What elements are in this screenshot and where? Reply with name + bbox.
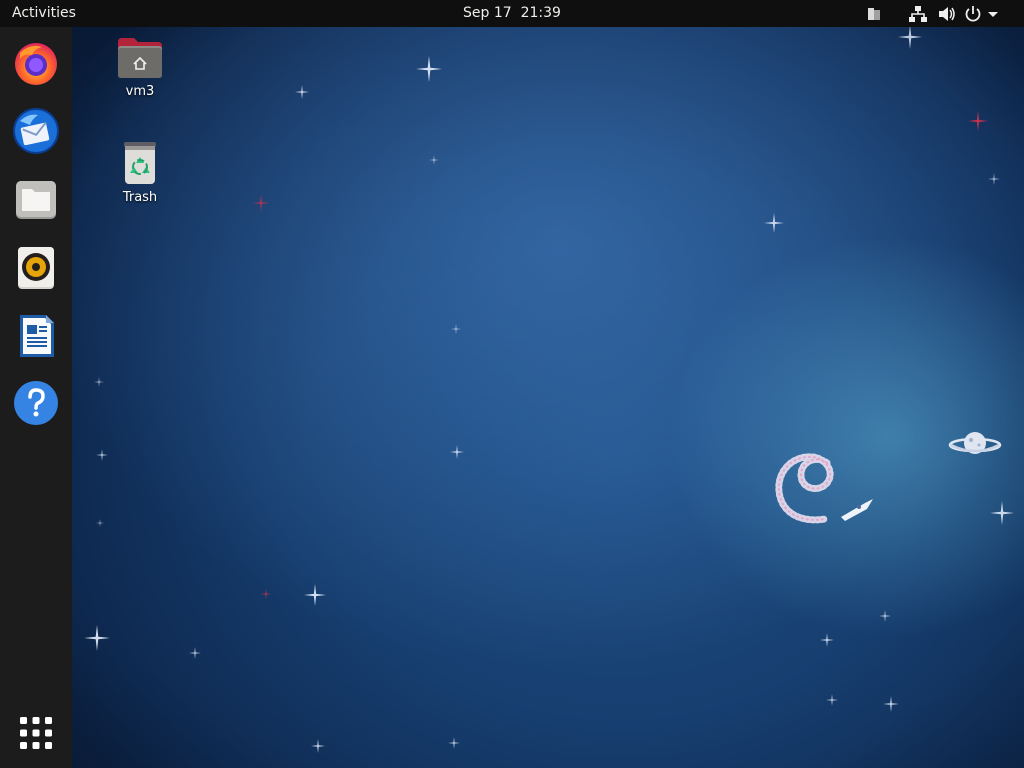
star-decoration: [820, 633, 834, 647]
star-decoration: [189, 647, 201, 659]
writer-icon: [20, 315, 54, 357]
rhythmbox-icon: [18, 247, 54, 289]
star-decoration: [990, 501, 1014, 525]
desktop-icon-home[interactable]: vm3: [100, 36, 180, 99]
dock: [0, 27, 72, 768]
firefox-icon: [15, 43, 57, 85]
star-decoration: [295, 85, 309, 99]
dock-item-thunderbird[interactable]: [10, 105, 62, 157]
star-decoration: [448, 737, 460, 749]
desktop-icon-label: Trash: [122, 190, 158, 205]
dock-item-rhythmbox[interactable]: [10, 241, 62, 293]
star-decoration: [764, 213, 784, 233]
thunderbird-icon: [13, 108, 59, 154]
power-icon[interactable]: [963, 4, 983, 24]
star-decoration: [304, 584, 326, 606]
star-decoration: [968, 111, 988, 131]
help-icon: [14, 381, 58, 425]
dock-item-help[interactable]: [10, 377, 62, 429]
star-decoration: [988, 173, 1000, 185]
clipboard-icon[interactable]: [864, 4, 884, 24]
files-icon: [16, 181, 56, 219]
star-decoration: [94, 377, 104, 387]
desktop-icon-label: vm3: [125, 84, 155, 99]
star-decoration: [416, 56, 442, 82]
star-decoration: [253, 195, 269, 211]
menu-arrow-icon[interactable]: [984, 4, 1004, 24]
trash-icon: [124, 142, 156, 184]
star-decoration: [879, 610, 891, 622]
network-icon[interactable]: [908, 4, 928, 24]
star-decoration: [450, 445, 464, 459]
show-applications-button[interactable]: [10, 707, 62, 759]
star-decoration: [826, 694, 838, 706]
star-decoration: [883, 696, 899, 712]
dock-item-firefox[interactable]: [10, 37, 62, 89]
activities-button[interactable]: Activities: [12, 5, 76, 21]
desktop-wallpaper: [0, 25, 1024, 768]
debian-swirl-logo: [775, 453, 873, 524]
star-decoration: [311, 739, 325, 753]
star-decoration: [898, 25, 922, 49]
volume-icon[interactable]: [937, 4, 957, 24]
wallpaper-vignette: [0, 27, 1024, 768]
dock-item-files[interactable]: [10, 173, 62, 225]
planet-decoration: [948, 432, 1002, 454]
star-decoration: [84, 625, 110, 651]
star-decoration: [261, 589, 271, 599]
desktop-icon-trash[interactable]: Trash: [100, 140, 180, 205]
star-decoration: [96, 449, 108, 461]
star-decoration: [96, 519, 104, 527]
home-folder-icon: [118, 38, 162, 78]
system-tray: [864, 4, 1014, 24]
top-bar: Activities Sep 17 21:39: [0, 0, 1024, 27]
dock-item-libreoffice-writer[interactable]: [10, 309, 62, 361]
app-grid-icon: [20, 717, 52, 749]
star-decoration: [451, 324, 461, 334]
date-time-clock[interactable]: Sep 17 21:39: [463, 5, 561, 21]
star-decoration: [429, 155, 439, 165]
